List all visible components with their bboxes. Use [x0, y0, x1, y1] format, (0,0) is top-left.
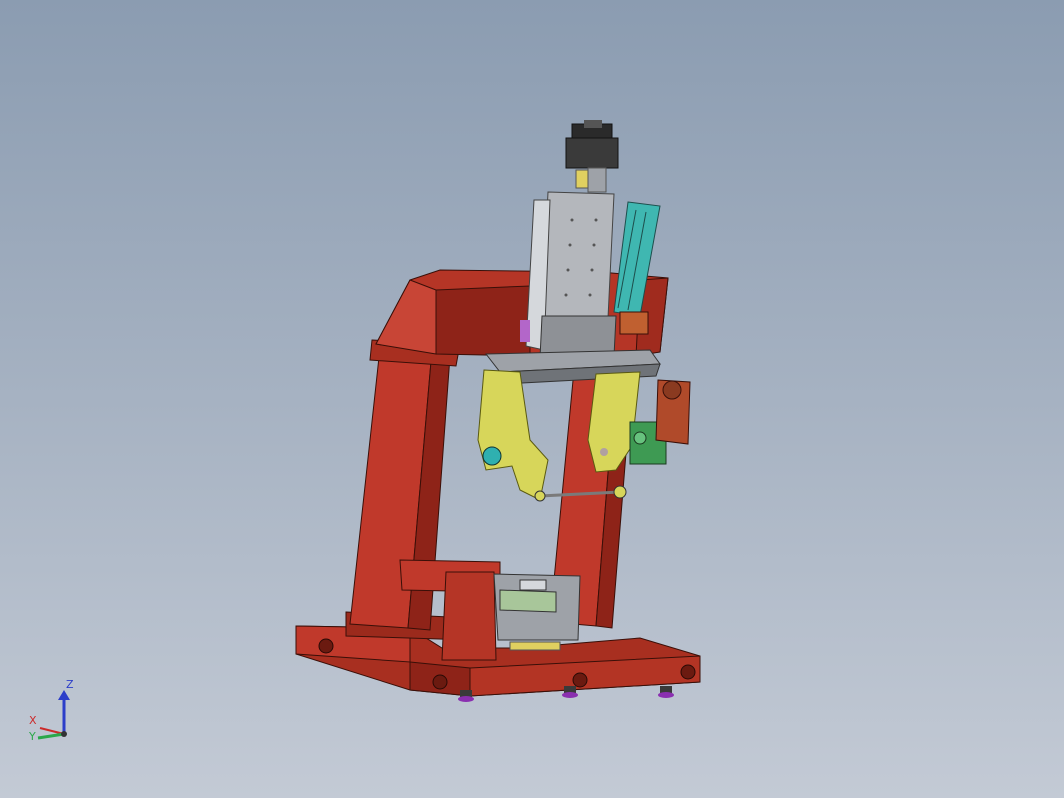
press-assembly-model[interactable] [295, 120, 701, 702]
coordinate-triad: Z X Y [28, 678, 74, 743]
linear-actuator [520, 191, 617, 359]
z-axis-label: Z [66, 678, 74, 691]
3d-viewport[interactable] [0, 0, 1064, 798]
x-axis-label: X [29, 714, 37, 727]
y-axis-label: Y [28, 730, 36, 743]
gear-motor [629, 379, 691, 465]
toggle-link-left [477, 369, 549, 501]
servo-motor [565, 120, 619, 193]
